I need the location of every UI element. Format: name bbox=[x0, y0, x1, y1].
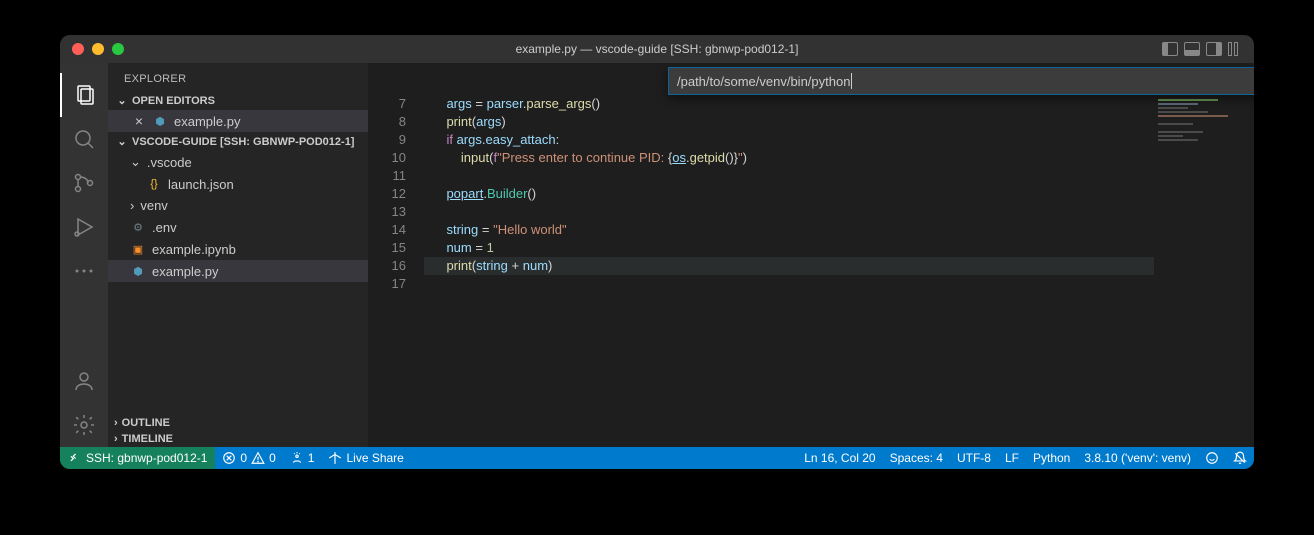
workspace-label: VSCODE-GUIDE [SSH: GBNWP-POD012-1] bbox=[132, 136, 354, 148]
liveshare-label: Live Share bbox=[346, 451, 403, 465]
text-cursor bbox=[851, 73, 852, 89]
file-example-ipynb[interactable]: ▣ example.ipynb bbox=[108, 238, 368, 260]
titlebar: example.py — vscode-guide [SSH: gbnwp-po… bbox=[60, 35, 1254, 63]
ports-count: 1 bbox=[308, 451, 315, 465]
timeline-section[interactable]: › TIMELINE bbox=[108, 431, 368, 447]
chevron-down-icon: ⌄ bbox=[116, 94, 128, 107]
search-activity-icon[interactable] bbox=[60, 117, 108, 161]
interpreter-status[interactable]: 3.8.10 ('venv': venv) bbox=[1077, 447, 1198, 469]
zoom-window-button[interactable] bbox=[112, 43, 124, 55]
toggle-secondary-sidebar-icon[interactable] bbox=[1206, 42, 1222, 56]
remote-label: SSH: gbnwp-pod012-1 bbox=[86, 451, 207, 465]
editor-area: /path/to/some/venv/bin/python ⌄ ··· 7 8 … bbox=[368, 63, 1254, 447]
accounts-activity-icon[interactable] bbox=[60, 359, 108, 403]
notebook-file-icon: ▣ bbox=[130, 241, 146, 257]
timeline-label: TIMELINE bbox=[122, 433, 173, 445]
line-number: 14 bbox=[368, 221, 406, 239]
file-env[interactable]: ⚙ .env bbox=[108, 216, 368, 238]
eol-status[interactable]: LF bbox=[998, 447, 1026, 469]
main-area: EXPLORER ⌄ OPEN EDITORS × ⬢ example.py ⌄… bbox=[60, 63, 1254, 447]
code-editor[interactable]: 7 8 9 10 11 12 13 14 15 16 17 args = par… bbox=[368, 63, 1254, 447]
window-title: example.py — vscode-guide [SSH: gbnwp-po… bbox=[516, 42, 799, 56]
command-palette-input[interactable]: /path/to/some/venv/bin/python bbox=[668, 67, 1254, 95]
open-editors-label: OPEN EDITORS bbox=[132, 95, 215, 107]
outline-section[interactable]: › OUTLINE bbox=[108, 415, 368, 431]
language-status[interactable]: Python bbox=[1026, 447, 1077, 469]
liveshare-status[interactable]: Live Share bbox=[321, 447, 410, 469]
file-launch-json[interactable]: {} launch.json bbox=[108, 173, 368, 195]
python-file-icon: ⬢ bbox=[152, 113, 168, 129]
code-content[interactable]: args = parser.parse_args() print(args) i… bbox=[424, 95, 1154, 447]
explorer-activity-icon[interactable] bbox=[60, 73, 108, 117]
run-debug-activity-icon[interactable] bbox=[60, 205, 108, 249]
line-number: 11 bbox=[368, 167, 406, 185]
customize-layout-icon[interactable] bbox=[1228, 42, 1244, 56]
folder-name: venv bbox=[140, 198, 167, 213]
line-number: 10 bbox=[368, 149, 406, 167]
warnings-count: 0 bbox=[269, 451, 276, 465]
problems-status[interactable]: 0 0 bbox=[215, 447, 282, 469]
line-number: 17 bbox=[368, 275, 406, 293]
minimap[interactable] bbox=[1154, 95, 1254, 447]
settings-file-icon: ⚙ bbox=[130, 219, 146, 235]
outline-label: OUTLINE bbox=[122, 417, 170, 429]
open-editor-item[interactable]: × ⬢ example.py bbox=[108, 110, 368, 132]
source-control-activity-icon[interactable] bbox=[60, 161, 108, 205]
explorer-title: EXPLORER bbox=[108, 63, 368, 91]
line-number: 9 bbox=[368, 131, 406, 149]
workspace-section[interactable]: ⌄ VSCODE-GUIDE [SSH: GBNWP-POD012-1] bbox=[108, 132, 368, 151]
folder-name: .vscode bbox=[147, 155, 192, 170]
remote-status[interactable]: SSH: gbnwp-pod012-1 bbox=[60, 447, 215, 469]
open-editors-section[interactable]: ⌄ OPEN EDITORS bbox=[108, 91, 368, 110]
more-activity-icon[interactable] bbox=[60, 249, 108, 293]
vscode-window: example.py — vscode-guide [SSH: gbnwp-po… bbox=[60, 35, 1254, 469]
file-name: .env bbox=[152, 220, 177, 235]
json-file-icon: {} bbox=[146, 176, 162, 192]
line-number: 15 bbox=[368, 239, 406, 257]
chevron-right-icon: › bbox=[114, 417, 118, 429]
line-numbers-gutter: 7 8 9 10 11 12 13 14 15 16 17 bbox=[368, 95, 424, 447]
python-file-icon: ⬢ bbox=[130, 263, 146, 279]
open-editor-filename: example.py bbox=[174, 114, 240, 129]
folder-vscode[interactable]: ⌄ .vscode bbox=[108, 151, 368, 173]
errors-count: 0 bbox=[240, 451, 247, 465]
close-editor-icon[interactable]: × bbox=[132, 113, 146, 129]
ports-status[interactable]: 1 bbox=[283, 447, 322, 469]
line-number: 13 bbox=[368, 203, 406, 221]
file-name: example.py bbox=[152, 264, 218, 279]
toggle-primary-sidebar-icon[interactable] bbox=[1162, 42, 1178, 56]
folder-venv[interactable]: › venv bbox=[108, 195, 368, 216]
file-example-py[interactable]: ⬢ example.py bbox=[108, 260, 368, 282]
line-number: 12 bbox=[368, 185, 406, 203]
line-number: 8 bbox=[368, 113, 406, 131]
status-bar: SSH: gbnwp-pod012-1 0 0 1 Live Share Ln … bbox=[60, 447, 1254, 469]
minimize-window-button[interactable] bbox=[92, 43, 104, 55]
notifications-icon[interactable] bbox=[1226, 447, 1254, 469]
chevron-right-icon: › bbox=[114, 433, 118, 445]
file-name: launch.json bbox=[168, 177, 234, 192]
chevron-down-icon: ⌄ bbox=[116, 135, 128, 148]
command-input-value: /path/to/some/venv/bin/python bbox=[677, 74, 850, 89]
layout-controls bbox=[1162, 42, 1244, 56]
indentation-status[interactable]: Spaces: 4 bbox=[883, 447, 950, 469]
encoding-status[interactable]: UTF-8 bbox=[950, 447, 998, 469]
activity-bar bbox=[60, 63, 108, 447]
line-number: 7 bbox=[368, 95, 406, 113]
chevron-down-icon: ⌄ bbox=[130, 154, 141, 170]
close-window-button[interactable] bbox=[72, 43, 84, 55]
file-name: example.ipynb bbox=[152, 242, 236, 257]
cursor-position-status[interactable]: Ln 16, Col 20 bbox=[797, 447, 882, 469]
line-number: 16 bbox=[368, 257, 406, 275]
toggle-panel-icon[interactable] bbox=[1184, 42, 1200, 56]
feedback-icon[interactable] bbox=[1198, 447, 1226, 469]
explorer-sidebar: EXPLORER ⌄ OPEN EDITORS × ⬢ example.py ⌄… bbox=[108, 63, 368, 447]
settings-activity-icon[interactable] bbox=[60, 403, 108, 447]
chevron-right-icon: › bbox=[130, 198, 134, 213]
window-controls bbox=[60, 43, 124, 55]
